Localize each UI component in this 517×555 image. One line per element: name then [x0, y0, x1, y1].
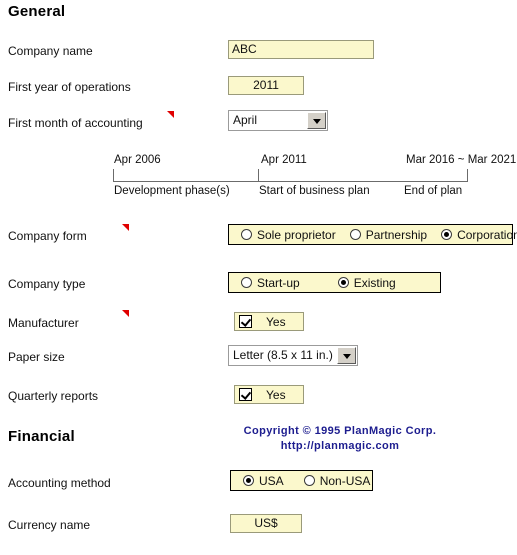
chevron-down-icon[interactable] [307, 112, 326, 129]
label-currency-name: Currency name [8, 518, 91, 532]
first-year-input[interactable]: 2011 [228, 76, 304, 95]
radio-sole-proprietor[interactable]: Sole proprietor [241, 228, 336, 242]
radio-icon-selected [441, 229, 453, 240]
checkbox-icon-checked[interactable] [239, 388, 252, 401]
paper-size-dropdown[interactable]: Letter (8.5 x 11 in.) [228, 345, 358, 366]
radio-icon-selected [337, 277, 349, 288]
page-title-general: General [8, 3, 66, 20]
paper-size-dropdown-value: Letter (8.5 x 11 in.) [233, 348, 333, 362]
timeline-axis [113, 181, 468, 182]
company-form-radio-group[interactable]: Sole proprietor Partnership Corporation [228, 224, 517, 245]
radio-label: Start-up [257, 275, 300, 290]
label-paper-size: Paper size [8, 350, 65, 364]
radio-partnership[interactable]: Partnership [349, 227, 428, 242]
manufacturer-checkbox-field[interactable]: Yes [234, 312, 304, 331]
radio-icon [349, 229, 361, 240]
radio-label: Sole proprietor [257, 227, 336, 242]
radio-label: Corporation [457, 227, 517, 242]
first-month-dropdown-value: April [233, 113, 258, 127]
radio-corporation[interactable]: Corporation [441, 228, 517, 242]
timeline-date-start: Apr 2006 [114, 154, 161, 166]
radio-label: Non-USA [319, 473, 371, 488]
radio-label: USA [259, 473, 284, 488]
timeline-date-end: Mar 2016 ~ Mar 2021 [406, 154, 517, 166]
label-manufacturer: Manufacturer [8, 316, 79, 330]
timeline-tick-mid [258, 169, 259, 182]
radio-icon [241, 277, 252, 288]
label-accounting-method: Accounting method [8, 476, 111, 490]
label-company-name: Company name [8, 44, 93, 58]
quarterly-reports-checkbox-label: Yes [266, 387, 286, 402]
timeline-caption-end: End of plan [404, 185, 463, 197]
accounting-method-radio-group[interactable]: USA Non-USA [230, 470, 373, 491]
timeline-date-mid: Apr 2011 [261, 154, 307, 166]
radio-label: Partnership [365, 227, 428, 242]
label-company-type: Company type [8, 277, 86, 291]
radio-non-usa[interactable]: Non-USA [303, 473, 371, 488]
copyright-url[interactable]: http://planmagic.com [228, 439, 452, 454]
timeline-caption-start: Start of business plan [259, 185, 370, 197]
label-first-year-of-operations: First year of operations [8, 80, 131, 94]
timeline-caption-development: Development phase(s) [114, 185, 230, 197]
checkbox-icon-checked[interactable] [239, 315, 252, 328]
manufacturer-checkbox-label: Yes [266, 314, 286, 329]
company-type-radio-group[interactable]: Start-up Existing [228, 272, 441, 293]
currency-name-input[interactable]: US$ [230, 514, 302, 533]
label-quarterly-reports: Quarterly reports [8, 389, 99, 403]
radio-icon [241, 229, 252, 240]
company-name-input[interactable]: ABC [228, 40, 374, 59]
red-comment-marker-icon [122, 310, 129, 317]
label-first-month-of-accounting: First month of accounting [8, 116, 143, 130]
chevron-down-icon[interactable] [337, 347, 356, 364]
radio-start-up[interactable]: Start-up [241, 276, 300, 290]
red-comment-marker-icon [167, 111, 174, 118]
radio-label: Existing [353, 275, 396, 290]
timeline-tick-start [113, 169, 114, 182]
copyright-line: Copyright © 1995 PlanMagic Corp. [243, 425, 437, 437]
copyright-notice: Copyright © 1995 PlanMagic Corp. http://… [228, 424, 452, 454]
label-company-form: Company form [8, 229, 87, 243]
page-title-financial: Financial [8, 428, 75, 445]
radio-existing[interactable]: Existing [337, 275, 396, 290]
red-comment-marker-icon [122, 224, 129, 231]
quarterly-reports-checkbox-field[interactable]: Yes [234, 385, 304, 404]
radio-usa[interactable]: USA [243, 474, 284, 488]
timeline-tick-end [467, 169, 468, 182]
first-month-dropdown[interactable]: April [228, 110, 328, 131]
radio-icon [303, 475, 315, 486]
radio-icon-selected [243, 475, 254, 486]
